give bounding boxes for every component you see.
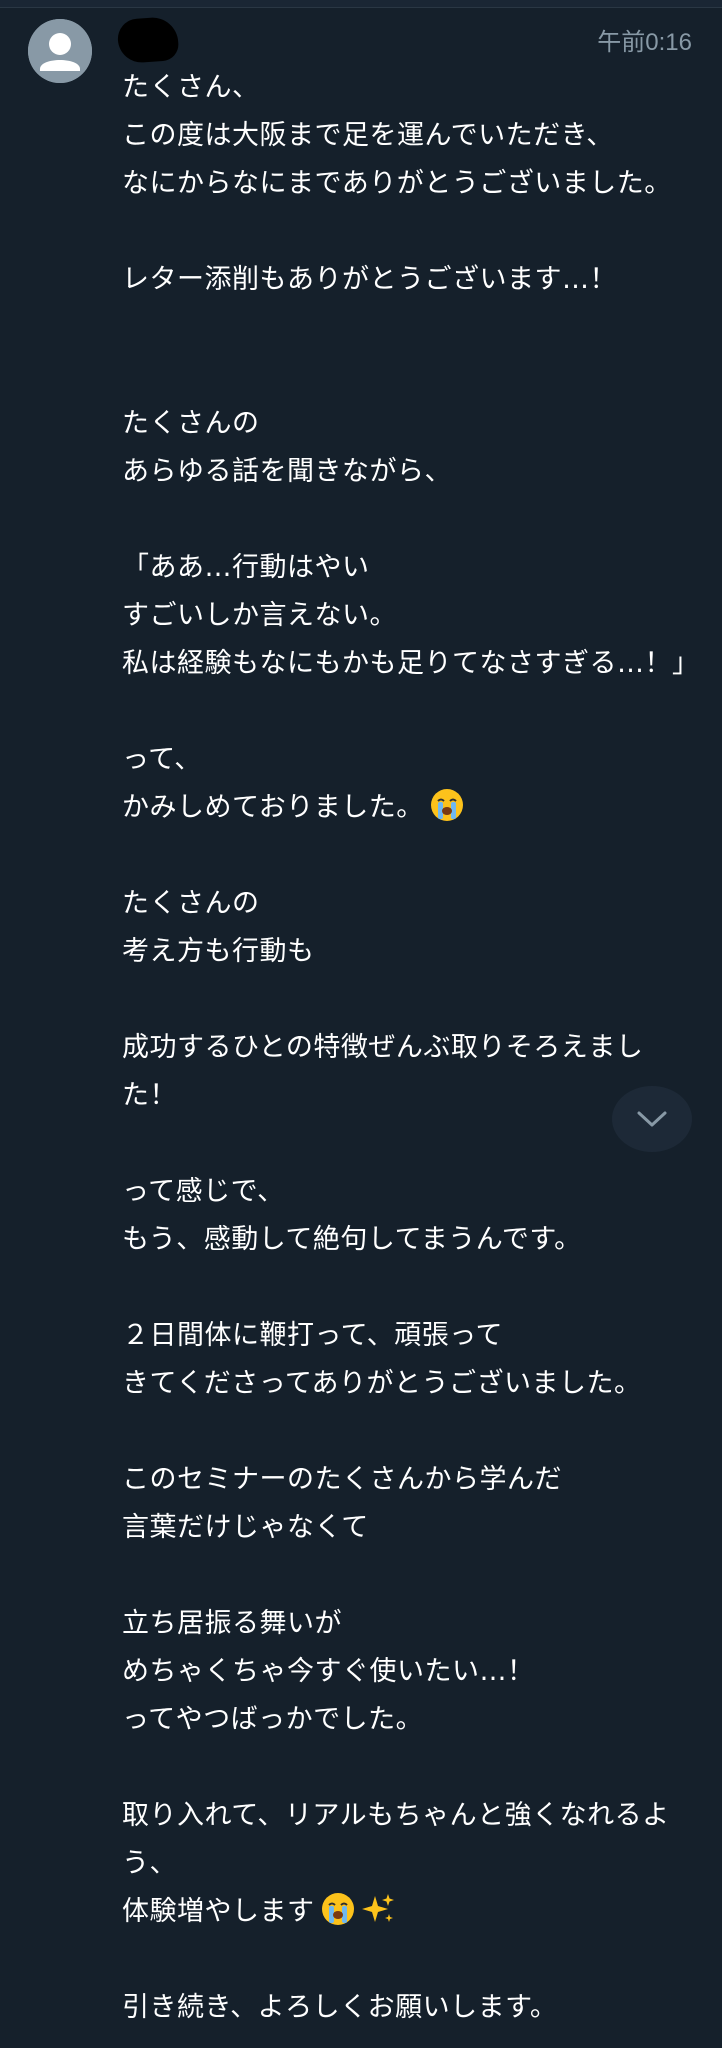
message-line: めちゃくちゃ今すぐ使いたい…！ xyxy=(122,1656,535,1687)
message-line: たくさんの xyxy=(122,408,260,439)
message-line: 考え方も行動も xyxy=(122,936,315,967)
default-profile-icon xyxy=(28,19,92,83)
message-line xyxy=(122,304,692,352)
message-line xyxy=(122,832,692,880)
sparkles-emoji xyxy=(361,1892,395,1942)
message-line: あらゆる話を聞きながら、 xyxy=(122,456,452,487)
message-line: 私は経験もなにもかも足りてなさすぎる…！」 xyxy=(122,648,700,679)
scroll-down-button[interactable] xyxy=(612,1086,692,1152)
message-line: たくさん、 xyxy=(122,72,260,103)
message-line xyxy=(122,1408,692,1456)
message-timestamp: 午前0:16 xyxy=(597,29,692,56)
message-line: この度は大阪まで足を運んでいただき、 xyxy=(122,120,614,151)
message-line: 立ち居振る舞いが xyxy=(122,1608,342,1639)
message-line xyxy=(122,1936,692,1984)
loudly-crying-face-emoji xyxy=(430,788,464,838)
message-line: たくさんの xyxy=(122,888,260,919)
message-line: きてくださってありがとうございました。 xyxy=(122,1368,642,1399)
message-line: た！ xyxy=(122,1080,177,1111)
message-line: 引き続き、よろしくお願いします。 xyxy=(122,1992,558,2023)
message-line: って、 xyxy=(122,744,202,775)
top-divider xyxy=(0,0,722,8)
message-line: このセミナーのたくさんから学んだ xyxy=(122,1464,562,1495)
message-line xyxy=(122,1264,692,1312)
message-line: 取り入れて、リアルもちゃんと強くなれるよ xyxy=(122,1800,670,1831)
message-line: ２日間体に鞭打って、頑張って xyxy=(122,1320,503,1351)
message-line: レター添削もありがとうございます…！ xyxy=(122,264,617,295)
sender-avatar[interactable] xyxy=(28,19,92,83)
message-line xyxy=(122,208,692,256)
message-line: う、 xyxy=(122,1848,177,1879)
message-line: かみしめておりました。 xyxy=(122,784,692,832)
message-line xyxy=(122,352,692,400)
message-line: なにからなにまでありがとうございました。 xyxy=(122,168,672,199)
redacted-sender-name xyxy=(116,15,180,65)
chevron-down-icon xyxy=(637,1111,667,1127)
message-body: たくさん、 この度は大阪まで足を運んでいただき、 なにからなにまでありがとうござ… xyxy=(122,64,700,2032)
message-line xyxy=(122,976,692,1024)
message-line xyxy=(122,1744,692,1792)
message-line: 体験増やします xyxy=(122,1888,692,1936)
message-line: 「ああ…行動はやい xyxy=(122,552,370,583)
message-line xyxy=(122,1120,692,1168)
message-line: ってやつばっかでした。 xyxy=(122,1704,424,1735)
message-line: もう、感動して絶句してまうんです。 xyxy=(122,1224,582,1255)
message-line: って感じで、 xyxy=(122,1176,285,1207)
message-line: すごいしか言えない。 xyxy=(122,600,397,631)
message-line: 成功するひとの特徴ぜんぶ取りそろえまし xyxy=(122,1032,644,1063)
loudly-crying-face-emoji xyxy=(321,1892,355,1942)
message-line xyxy=(122,496,692,544)
message-line: 言葉だけじゃなくて xyxy=(122,1512,369,1543)
message-line xyxy=(122,1552,692,1600)
message-line xyxy=(122,688,692,736)
